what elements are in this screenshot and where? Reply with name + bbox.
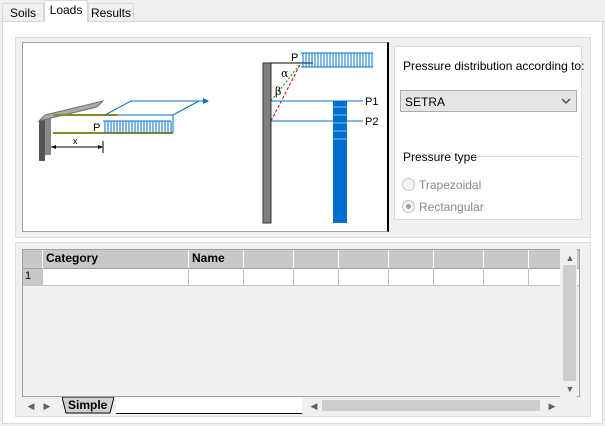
scroll-up-icon[interactable]: ▲ xyxy=(563,251,577,265)
dimension-arrow-right xyxy=(98,145,103,149)
tab-strip: Soils Loads Results xyxy=(0,0,605,22)
table-cell[interactable] xyxy=(244,269,294,286)
table-cell[interactable] xyxy=(389,269,434,286)
load-hatch-left xyxy=(103,120,172,133)
pressure-block xyxy=(333,101,347,223)
table-cell[interactable] xyxy=(294,269,339,286)
scroll-right-icon[interactable]: ▶ xyxy=(545,399,559,413)
column-header-name[interactable]: Name xyxy=(189,250,244,269)
scroll-down-icon[interactable]: ▼ xyxy=(563,382,577,396)
pressure-distribution-label: Pressure distribution according to: xyxy=(403,59,585,73)
sheet-prev-icon[interactable]: ◀ xyxy=(24,399,38,413)
load-hatch-right xyxy=(301,52,373,68)
wall-load-p-label: P xyxy=(291,52,298,64)
radio-trapezoidal[interactable] xyxy=(402,178,415,191)
tab-results-label: Results xyxy=(90,6,131,20)
sheet-next-icon[interactable]: ▶ xyxy=(40,399,54,413)
load-diagram-drawing: P x P α β P1 P2 xyxy=(37,52,378,224)
beta-label: β xyxy=(275,85,281,98)
perspective-line-3 xyxy=(172,100,200,116)
tab-results[interactable]: Results xyxy=(88,3,134,21)
sheet-tab-empty-area xyxy=(116,397,302,414)
tab-loads-label: Loads xyxy=(49,3,83,17)
table-cell[interactable] xyxy=(43,269,189,286)
column-header[interactable] xyxy=(434,250,484,269)
pressure-type-separator xyxy=(472,156,580,157)
beam-end xyxy=(39,121,45,161)
pressure-distribution-select[interactable]: SETRA xyxy=(400,90,577,112)
pressure-type-label: Pressure type xyxy=(403,150,478,164)
horizontal-scroll-thumb[interactable] xyxy=(322,400,540,411)
p1-label: P1 xyxy=(365,96,378,108)
wall-front xyxy=(45,115,51,155)
tab-soils-label: Soils xyxy=(9,6,36,20)
tab-loads[interactable]: Loads xyxy=(44,0,88,22)
loads-table: Category Name 1 xyxy=(22,249,580,397)
distance-x-label: x xyxy=(73,136,78,146)
beam-top xyxy=(37,100,105,122)
column-header[interactable] xyxy=(484,250,529,269)
load-diagram: P x P α β P1 P2 xyxy=(22,42,389,232)
table-cell[interactable] xyxy=(434,269,484,286)
tab-soils[interactable]: Soils xyxy=(2,3,44,21)
radio-trapezoidal-label: Trapezoidal xyxy=(419,178,482,192)
table-cell[interactable] xyxy=(484,269,529,286)
perspective-line-1 xyxy=(104,100,132,116)
vertical-scroll-thumb[interactable] xyxy=(563,265,576,381)
pressure-distribution-value: SETRA xyxy=(405,95,446,109)
alpha-label: α xyxy=(281,67,289,80)
column-header-category[interactable]: Category xyxy=(43,250,189,269)
sheet-tab-simple-label: Simple xyxy=(68,398,108,412)
table-cell[interactable] xyxy=(339,269,389,286)
row-header[interactable]: 1 xyxy=(23,269,43,286)
radio-rectangular-label: Rectangular xyxy=(419,200,484,214)
table-cell[interactable] xyxy=(189,269,244,286)
table-corner-cell xyxy=(23,250,43,269)
retaining-wall xyxy=(262,62,272,224)
p2-label: P2 xyxy=(365,116,378,128)
chevron-down-icon xyxy=(561,98,571,104)
dimension-arrow-left xyxy=(51,145,56,149)
arrowhead-1 xyxy=(203,98,209,104)
radio-rectangular[interactable] xyxy=(402,200,415,213)
column-header[interactable] xyxy=(244,250,294,269)
column-header[interactable] xyxy=(294,250,339,269)
column-header[interactable] xyxy=(339,250,389,269)
column-header[interactable] xyxy=(389,250,434,269)
load-p-label: P xyxy=(93,122,100,134)
scroll-left-icon[interactable]: ◀ xyxy=(307,399,321,413)
